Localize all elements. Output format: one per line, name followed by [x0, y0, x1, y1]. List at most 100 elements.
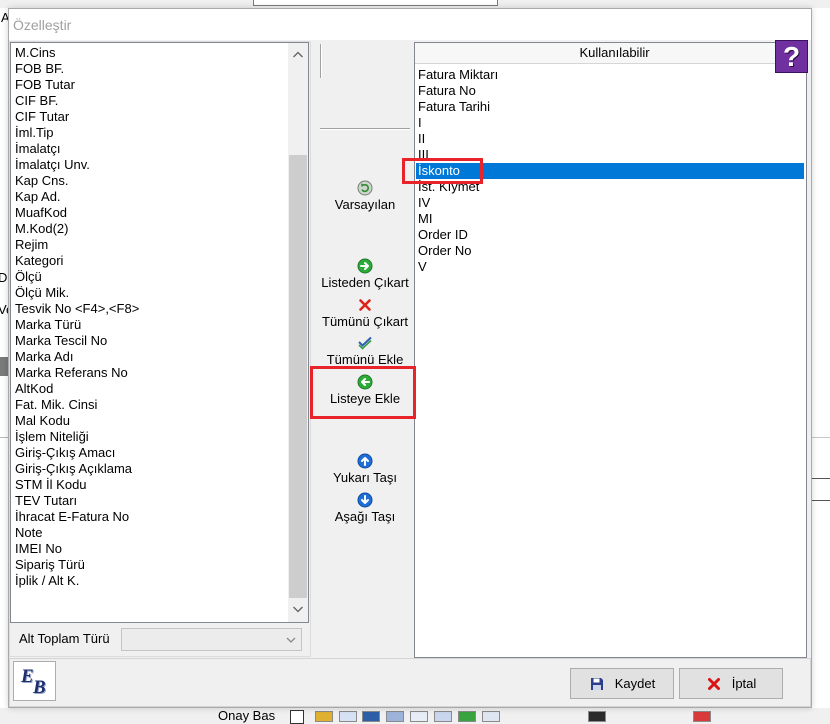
available-list-item[interactable]: IV: [416, 195, 804, 211]
field-list-item[interactable]: AltKod: [11, 381, 288, 397]
field-list-item[interactable]: Marka Tescil No: [11, 333, 288, 349]
title-bar[interactable]: Özelleştir: [9, 9, 811, 40]
available-list-item[interactable]: MI: [416, 211, 804, 227]
cancel-button[interactable]: İptal: [679, 668, 783, 699]
arrow-down-circle-icon: [357, 492, 373, 508]
field-list-item[interactable]: Tesvik No <F4>,<F8>: [11, 301, 288, 317]
scroll-down-button[interactable]: [288, 601, 308, 622]
field-list-item[interactable]: Kap Ad.: [11, 189, 288, 205]
field-list-item[interactable]: Marka Adı: [11, 349, 288, 365]
available-list-item[interactable]: Order ID: [416, 227, 804, 243]
field-list-item[interactable]: İplik / Alt K.: [11, 573, 288, 589]
arrow-right-circle-icon: [357, 258, 373, 274]
parent-window-divider: [812, 500, 830, 501]
available-list-item[interactable]: I: [416, 115, 804, 131]
field-list-item[interactable]: Ölçü Mik.: [11, 285, 288, 301]
scroll-thumb[interactable]: [289, 155, 307, 598]
toolbar-icon[interactable]: [410, 711, 428, 722]
subtotal-type-label: Alt Toplam Türü: [19, 631, 110, 646]
reset-icon: [357, 180, 373, 196]
field-list-items: M.Cins FOB BF. FOB Tutar CIF BF. CIF Tutar İm…: [11, 45, 288, 605]
toolbar-icon[interactable]: [315, 711, 333, 722]
available-list-item[interactable]: Fatura Miktarı: [416, 67, 804, 83]
field-list-item[interactable]: MuafKod: [11, 205, 288, 221]
available-list-item[interactable]: Fatura Tarihi: [416, 99, 804, 115]
field-list-item[interactable]: İmalatçı Unv.: [11, 157, 288, 173]
field-list-item[interactable]: CIF BF.: [11, 93, 288, 109]
field-list-item[interactable]: M.Cins: [11, 45, 288, 61]
toolbar-icon[interactable]: [693, 711, 711, 722]
field-list-item[interactable]: İşlem Niteliği: [11, 429, 288, 445]
move-up-button[interactable]: Yukarı Taşı: [314, 452, 416, 486]
field-list-item[interactable]: Kategori: [11, 253, 288, 269]
arrow-up-circle-icon: [357, 453, 373, 469]
field-list-item[interactable]: M.Kod(2): [11, 221, 288, 237]
eb-logo-icon[interactable]: E B: [13, 661, 56, 701]
remove-all-button[interactable]: Tümünü Çıkart: [314, 296, 416, 330]
available-list-item[interactable]: Order No: [416, 243, 804, 259]
available-list-item[interactable]: Fatura No: [416, 83, 804, 99]
field-list-item[interactable]: Marka Türü: [11, 317, 288, 333]
toolbar-icon[interactable]: [482, 711, 500, 722]
field-list-item[interactable]: İhracat E-Fatura No: [11, 509, 288, 525]
field-list[interactable]: M.Cins FOB BF. FOB Tutar CIF BF. CIF Tutar İm…: [10, 42, 309, 623]
field-list-item[interactable]: Giriş-Çıkış Amacı: [11, 445, 288, 461]
separator-vertical: [320, 44, 322, 78]
approve-label: Onay Bas: [218, 708, 276, 723]
field-list-item[interactable]: FOB BF.: [11, 61, 288, 77]
save-label: Kaydet: [614, 676, 656, 691]
red-x-icon: [707, 677, 720, 690]
field-list-item[interactable]: Rejim: [11, 237, 288, 253]
available-list-item[interactable]: II: [416, 131, 804, 147]
field-list-scrollbar[interactable]: [288, 43, 308, 622]
field-list-item[interactable]: Note: [11, 525, 288, 541]
available-list-header: Kullanılabilir: [415, 43, 806, 64]
move-down-label: Aşağı Taşı: [334, 509, 396, 524]
toolbar-icon[interactable]: [339, 711, 357, 722]
available-list-item[interactable]: V: [416, 259, 804, 275]
floppy-disk-icon: [590, 677, 603, 690]
highlight-box: [402, 158, 483, 184]
remove-from-list-label: Listeden Çıkart: [321, 275, 409, 290]
help-icon[interactable]: ?: [775, 40, 808, 73]
field-list-item[interactable]: FOB Tutar: [11, 77, 288, 93]
move-up-label: Yukarı Taşı: [332, 470, 398, 485]
toolbar-icon[interactable]: [458, 711, 476, 722]
subtotal-type-select[interactable]: [121, 628, 302, 651]
add-all-button[interactable]: Tümünü Ekle: [314, 334, 416, 368]
field-list-item[interactable]: STM İl Kodu: [11, 477, 288, 493]
field-list-item[interactable]: Sipariş Türü: [11, 557, 288, 573]
parent-window-right-edge: [812, 8, 830, 708]
toolbar-icon[interactable]: [386, 711, 404, 722]
chevron-down-icon: [293, 606, 303, 613]
toolbar-icon[interactable]: [362, 711, 380, 722]
field-list-item[interactable]: Marka Referans No: [11, 365, 288, 381]
save-button[interactable]: Kaydet: [570, 668, 674, 699]
parent-window-divider: [812, 478, 830, 479]
parent-window-fragment: A: [1, 10, 8, 25]
move-down-button[interactable]: Aşağı Taşı: [314, 491, 416, 525]
field-list-item[interactable]: TEV Tutarı: [11, 493, 288, 509]
field-list-item[interactable]: İmalatçı: [11, 141, 288, 157]
toolbar-icon[interactable]: [588, 711, 606, 722]
toolbar-icon[interactable]: [434, 711, 452, 722]
cancel-label: İptal: [731, 676, 757, 691]
field-list-item[interactable]: İml.Tip: [11, 125, 288, 141]
field-list-item[interactable]: Mal Kodu: [11, 413, 288, 429]
field-list-item[interactable]: Fat. Mik. Cinsi: [11, 397, 288, 413]
scroll-up-button[interactable]: [288, 43, 308, 64]
parent-window-divider: [812, 437, 830, 438]
field-list-item[interactable]: Giriş-Çıkış Açıklama: [11, 461, 288, 477]
field-list-item[interactable]: IMEI No: [11, 541, 288, 557]
logo-letter: E: [21, 666, 34, 687]
field-list-item[interactable]: Ölçü: [11, 269, 288, 285]
remove-from-list-button[interactable]: Listeden Çıkart: [314, 257, 416, 291]
parent-window-fragment: Ve: [0, 302, 8, 317]
parent-window-left-edge: A Di Ve: [0, 8, 8, 708]
parent-window-fragment: Di: [0, 270, 8, 285]
parent-window-bar: [0, 357, 8, 376]
available-list[interactable]: Kullanılabilir Fatura Miktarı Fatura No Fa…: [414, 42, 807, 658]
field-list-item[interactable]: Kap Cns.: [11, 173, 288, 189]
field-list-item[interactable]: CIF Tutar: [11, 109, 288, 125]
defaults-button[interactable]: Varsayılan: [314, 179, 416, 213]
